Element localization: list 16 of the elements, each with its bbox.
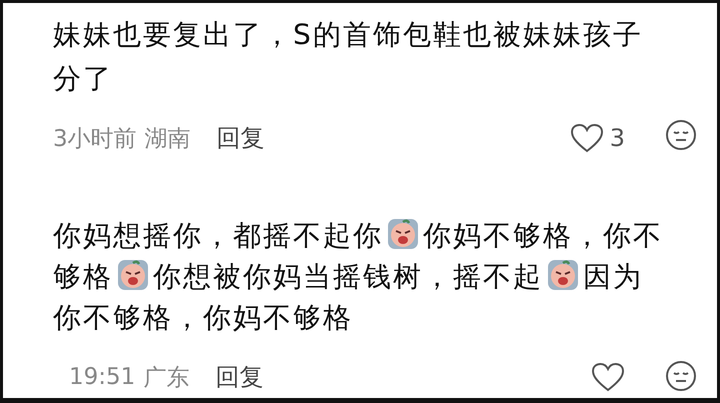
face-icon[interactable] xyxy=(665,360,697,392)
comment-text: 你妈想摇你，都摇不起你 你妈不够格，你不够格 你想被你妈当摇钱树，摇不起 因为你不够格，你妈不够格 xyxy=(53,217,664,336)
comment-location: 湖南 xyxy=(144,124,191,154)
reply-button[interactable]: 回复 xyxy=(215,361,264,393)
reply-button[interactable]: 回复 xyxy=(216,122,265,154)
like-count: 3 xyxy=(610,124,625,152)
crying-face-icon xyxy=(116,259,150,291)
crying-face-icon xyxy=(386,218,420,250)
comment-location: 广东 xyxy=(143,364,190,392)
heart-icon[interactable] xyxy=(570,123,604,153)
comment-time: 19:51 xyxy=(69,364,136,390)
comment-time: 3小时前 xyxy=(53,124,137,154)
crying-face-icon xyxy=(546,259,580,291)
comment-text: 妹妹也要复出了，S的首饰包鞋也被妹妹孩子分了 xyxy=(53,17,644,97)
face-icon[interactable] xyxy=(665,119,697,151)
heart-icon[interactable] xyxy=(591,362,625,392)
